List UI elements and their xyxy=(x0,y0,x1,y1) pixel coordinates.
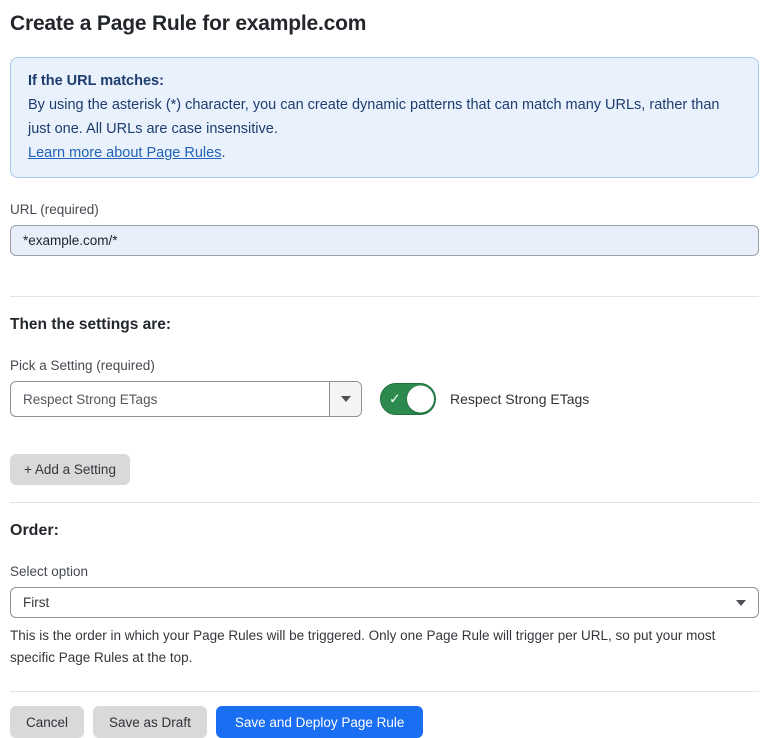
setting-row: Respect Strong ETags ✓ Respect Strong ET… xyxy=(10,381,759,417)
info-box-link-line: Learn more about Page Rules. xyxy=(28,141,741,165)
check-icon: ✓ xyxy=(389,392,401,406)
toggle-knob xyxy=(407,386,434,413)
setting-select[interactable]: Respect Strong ETags xyxy=(10,381,362,417)
order-section-heading: Order: xyxy=(10,522,759,540)
info-box-body: By using the asterisk (*) character, you… xyxy=(28,93,741,141)
add-setting-button[interactable]: + Add a Setting xyxy=(10,454,130,485)
pick-setting-label: Pick a Setting (required) xyxy=(10,358,759,373)
learn-more-link[interactable]: Learn more about Page Rules xyxy=(28,145,221,161)
form-actions: Cancel Save as Draft Save and Deploy Pag… xyxy=(10,706,759,738)
save-draft-button[interactable]: Save as Draft xyxy=(93,706,207,738)
page-title: Create a Page Rule for example.com xyxy=(10,12,759,36)
section-divider xyxy=(10,296,759,297)
url-field-label: URL (required) xyxy=(10,202,759,217)
info-box-heading: If the URL matches: xyxy=(28,69,741,93)
url-input[interactable] xyxy=(10,225,759,256)
actions-divider xyxy=(10,691,759,692)
setting-select-arrow-button[interactable] xyxy=(329,382,361,416)
order-help-text: This is the order in which your Page Rul… xyxy=(10,625,755,669)
order-select-label: Select option xyxy=(10,564,759,579)
order-select-value: First xyxy=(23,595,49,610)
setting-toggle-label: Respect Strong ETags xyxy=(450,391,589,407)
setting-select-value: Respect Strong ETags xyxy=(11,382,329,416)
save-deploy-button[interactable]: Save and Deploy Page Rule xyxy=(216,706,424,738)
url-match-info-box: If the URL matches: By using the asteris… xyxy=(10,57,759,178)
chevron-down-icon xyxy=(736,600,746,606)
section-divider xyxy=(10,502,759,503)
cancel-button[interactable]: Cancel xyxy=(10,706,84,738)
settings-section-heading: Then the settings are: xyxy=(10,316,759,334)
setting-toggle[interactable]: ✓ xyxy=(380,383,436,415)
link-period: . xyxy=(221,145,225,161)
order-select[interactable]: First xyxy=(10,587,759,618)
chevron-down-icon xyxy=(341,396,351,402)
create-page-rule-form: Create a Page Rule for example.com If th… xyxy=(0,0,769,738)
